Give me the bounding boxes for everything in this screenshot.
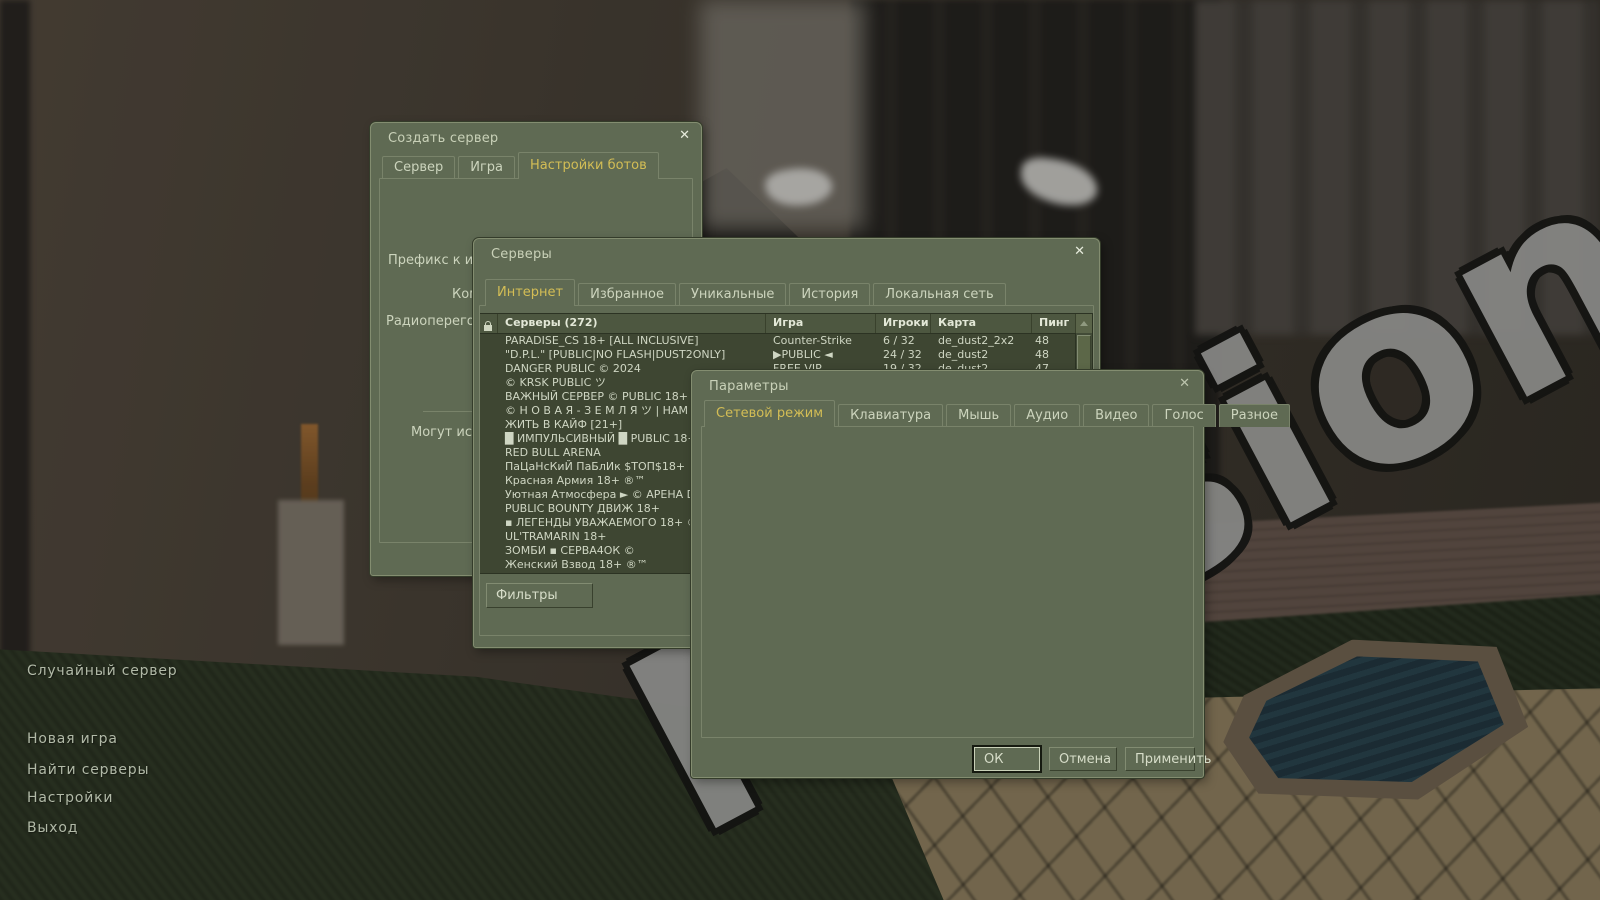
tab[interactable]: Сервер: [382, 156, 455, 179]
window-title: Создать сервер: [388, 131, 498, 146]
menu-item[interactable]: Настройки: [27, 790, 113, 806]
apply-button[interactable]: Применить: [1125, 747, 1195, 771]
servers-tabs: ИнтернетИзбранноеУникальныеИсторияЛокаль…: [485, 279, 1009, 306]
tab[interactable]: Видео: [1083, 404, 1149, 427]
tab[interactable]: Сетевой режим: [704, 400, 835, 427]
close-icon[interactable]: ✕: [679, 129, 690, 143]
window-title: Параметры: [709, 379, 789, 394]
menu-item[interactable]: Новая игра: [27, 731, 118, 747]
tab[interactable]: Клавиатура: [838, 404, 943, 427]
options-panel: [701, 426, 1194, 738]
window-title: Серверы: [491, 247, 552, 262]
tab[interactable]: Аудио: [1014, 404, 1080, 427]
tab[interactable]: Разное: [1219, 404, 1290, 427]
menu-item[interactable]: Случайный сервер: [27, 663, 177, 679]
menu-item[interactable]: Выход: [27, 820, 78, 836]
tab[interactable]: Мышь: [946, 404, 1011, 427]
cancel-button[interactable]: Отмена: [1049, 747, 1117, 771]
close-icon[interactable]: ✕: [1179, 377, 1190, 391]
close-icon[interactable]: ✕: [1074, 245, 1085, 259]
tab[interactable]: Игра: [458, 156, 515, 179]
main-menu: Случайный сервер Новая игра Найти серверы Н…: [0, 0, 260, 900]
ok-button[interactable]: ОК: [974, 747, 1040, 771]
tab[interactable]: Избранное: [578, 283, 676, 306]
options-tabs: Сетевой режимКлавиатураМышьАудиоВидеоГол…: [704, 400, 1293, 427]
tab[interactable]: Интернет: [485, 279, 575, 306]
tab[interactable]: Локальная сеть: [873, 283, 1005, 306]
options-window: Параметры ✕ Сетевой режимКлавиатураМышьА…: [691, 370, 1204, 778]
tab[interactable]: История: [789, 283, 870, 306]
tab[interactable]: Голос: [1152, 404, 1215, 427]
tab[interactable]: Уникальные: [679, 283, 786, 306]
create-server-tabs: СерверИграНастройки ботов: [382, 152, 662, 179]
radio-label: Радиоперегов: [386, 314, 482, 329]
menu-item[interactable]: Найти серверы: [27, 762, 149, 778]
tab[interactable]: Настройки ботов: [518, 152, 659, 179]
